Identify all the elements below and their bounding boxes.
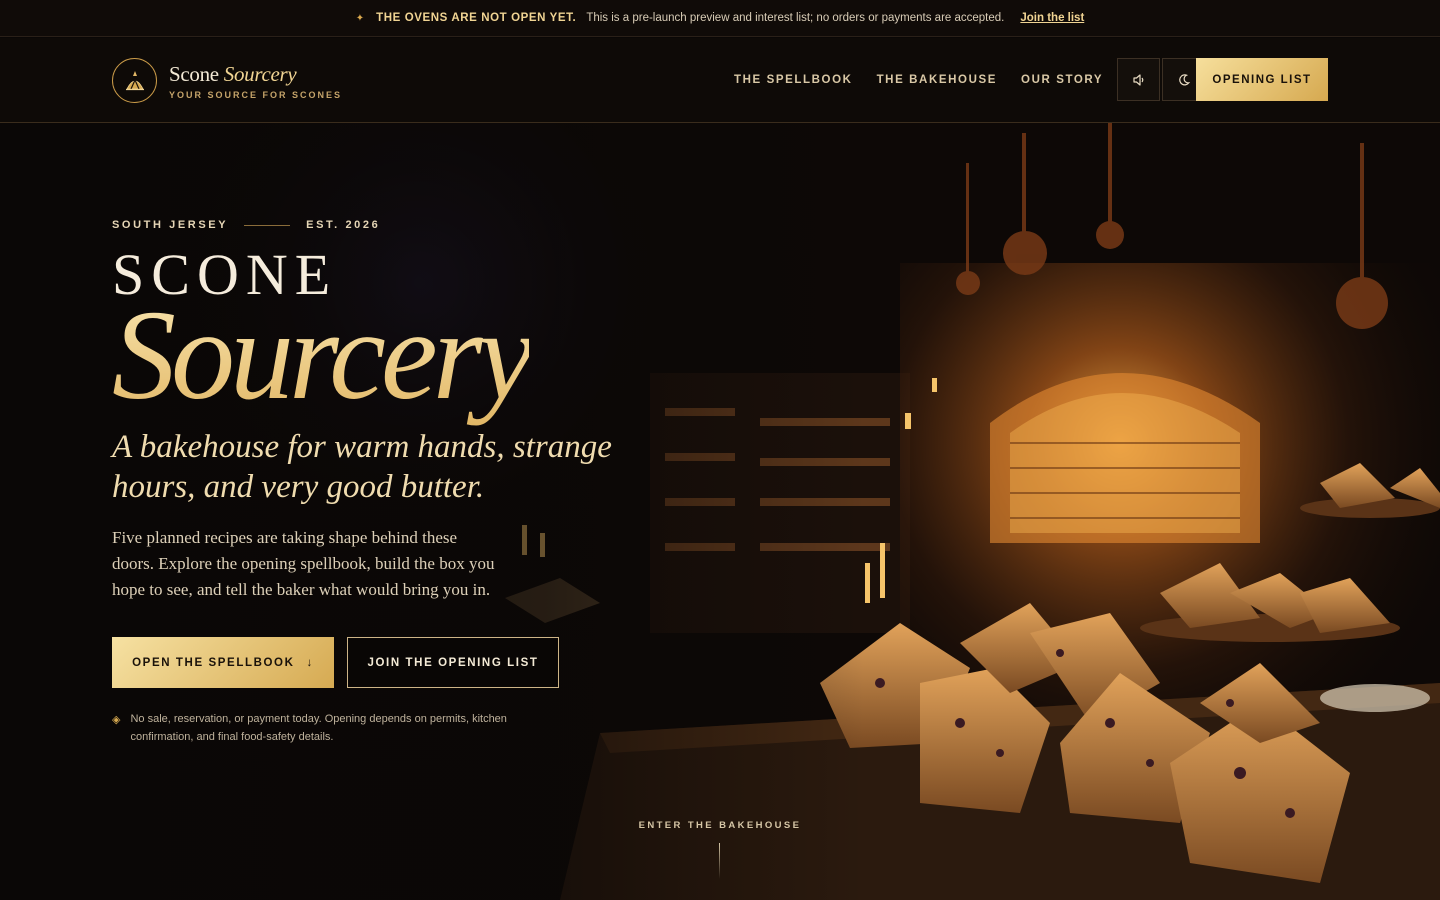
main-nav: THE SPELLBOOK THE BAKEHOUSE OUR STORY <box>734 58 1207 101</box>
nav-our-story[interactable]: OUR STORY <box>1021 74 1103 86</box>
eyebrow-divider <box>244 224 291 226</box>
sound-toggle-button[interactable] <box>1117 58 1161 101</box>
speaker-icon <box>1133 73 1144 86</box>
bakehouse-scene-image <box>0 123 1440 900</box>
hero-section: SOUTH JERSEY EST. 2026 SCONE Sourcery A … <box>0 123 1440 900</box>
scone-emblem-icon <box>112 58 157 103</box>
announcement-message: This is a pre-launch preview and interes… <box>586 12 1005 24</box>
join-list-link[interactable]: Join the list <box>1020 12 1084 24</box>
join-opening-list-button[interactable]: JOIN THE OPENING LIST <box>347 637 559 688</box>
notice-text: No sale, reservation, or payment today. … <box>130 713 507 743</box>
hero-subtitle: A bakehouse for warm hands, strange hour… <box>112 429 612 505</box>
established-label: EST. 2026 <box>306 219 381 231</box>
scroll-indicator-line <box>719 843 720 879</box>
open-spellbook-button[interactable]: OPEN THE SPELLBOOK ↓ <box>112 637 334 688</box>
brand-name: Scone Sourcery <box>169 61 297 86</box>
brand-tagline: YOUR SOURCE FOR SCONES <box>169 89 343 100</box>
nav-bakehouse[interactable]: THE BAKEHOUSE <box>877 74 997 86</box>
brand-logo[interactable]: Scone Sourcery YOUR SOURCE FOR SCONES <box>112 58 342 103</box>
sparkle-icon: ✦ <box>355 12 365 24</box>
announcement-headline: THE OVENS ARE NOT OPEN YET. <box>376 12 577 24</box>
arrow-down-icon: ↓ <box>306 656 314 669</box>
diamond-icon: ◈ <box>112 714 121 726</box>
announcement-bar: ✦ THE OVENS ARE NOT OPEN YET. This is a … <box>0 0 1440 37</box>
site-header: Scone Sourcery YOUR SOURCE FOR SCONES TH… <box>0 38 1440 123</box>
moon-icon <box>1178 73 1190 85</box>
hero-eyebrow: SOUTH JERSEY EST. 2026 <box>112 219 380 231</box>
nav-spellbook[interactable]: THE SPELLBOOK <box>734 74 853 86</box>
open-spellbook-label: OPEN THE SPELLBOOK <box>132 656 295 669</box>
legal-notice: ◈ No sale, reservation, or payment today… <box>112 710 512 746</box>
scroll-hint-label[interactable]: ENTER THE BAKEHOUSE <box>0 820 1440 831</box>
hero-title-bottom: Sourcery <box>112 284 534 426</box>
location-label: SOUTH JERSEY <box>112 219 229 231</box>
opening-list-button[interactable]: OPENING LIST <box>1196 58 1328 101</box>
hero-body: Five planned recipes are taking shape be… <box>112 528 495 599</box>
